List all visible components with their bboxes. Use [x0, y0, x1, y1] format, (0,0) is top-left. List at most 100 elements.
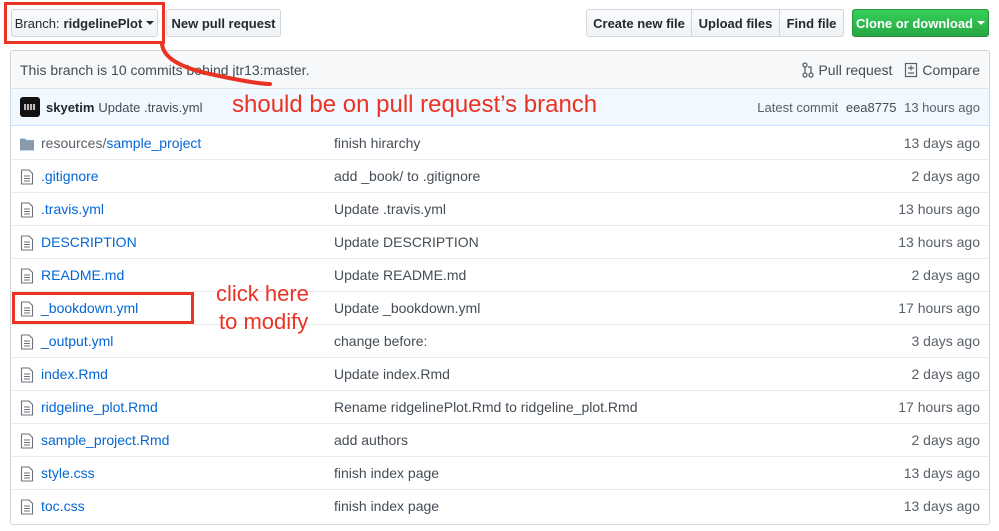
file-list: resources/sample_project finish hirarchy 1…: [11, 127, 989, 523]
commit-age: 17 hours ago: [898, 399, 980, 415]
file-row: index.Rmd Update index.Rmd 2 days ago: [11, 358, 989, 391]
new-pull-request-button[interactable]: New pull request: [166, 9, 281, 37]
commit-message-link[interactable]: finish index page: [334, 490, 439, 523]
commit-message-link[interactable]: Update README.md: [334, 259, 466, 292]
commit-age: 17 hours ago: [898, 300, 980, 316]
file-name-link[interactable]: toc.css: [41, 490, 85, 523]
commit-message-link[interactable]: add _book/ to .gitignore: [334, 160, 480, 193]
file-name-link[interactable]: index.Rmd: [41, 358, 108, 391]
file-row: toc.css finish index page 13 days ago: [11, 490, 989, 523]
file-name-label: sample_project.Rmd: [41, 432, 170, 448]
commit-message-link[interactable]: Update index.Rmd: [334, 358, 450, 391]
commit-message-link[interactable]: finish hirarchy: [334, 127, 420, 160]
clone-or-download-button[interactable]: Clone or download: [852, 9, 989, 37]
commit-age: 3 days ago: [911, 333, 981, 349]
file-row: _bookdown.yml Update _bookdown.yml 17 hour…: [11, 292, 989, 325]
branch-annotation-text: should be on pull request’s branch: [232, 91, 598, 118]
commit-author-link[interactable]: skyetim: [46, 100, 94, 115]
file-name-label: _bookdown.yml: [41, 300, 139, 316]
file-row: style.css finish index page 13 days ago: [11, 457, 989, 490]
branch-selector-button[interactable]: Branch: ridgelinePlot: [11, 9, 158, 37]
modify-annotation-line1: click here: [216, 281, 309, 306]
pull-request-label: Pull request: [818, 62, 893, 78]
file-row: .travis.yml Update .travis.yml 13 hours ag…: [11, 193, 989, 226]
find-file-label: Find file: [786, 15, 837, 31]
branch-behind-text: This branch is 10 commits behind jtr13:m…: [20, 61, 310, 78]
compare-link[interactable]: Compare: [904, 62, 980, 78]
file-icon: [20, 268, 34, 284]
file-path-prefix[interactable]: resources/: [41, 135, 106, 151]
pull-request-icon: [802, 62, 815, 78]
file-icon: [20, 301, 34, 317]
file-name-label: toc.css: [41, 498, 85, 514]
file-icon: [20, 169, 34, 185]
latest-commit-label: Latest commit: [757, 99, 839, 115]
file-name-link[interactable]: ridgeline_plot.Rmd: [41, 391, 158, 424]
file-name-label: DESCRIPTION: [41, 234, 137, 250]
commit-message-link[interactable]: Update _bookdown.yml: [334, 292, 480, 325]
file-icon: [20, 235, 34, 251]
new-pull-request-label: New pull request: [171, 15, 276, 31]
commit-age: 2 days ago: [911, 366, 981, 382]
commit-age: 13 days ago: [903, 465, 980, 481]
file-name-link[interactable]: resources/sample_project: [41, 127, 201, 160]
file-row: _output.yml change before: 3 days ago: [11, 325, 989, 358]
latest-commit-info: Latest commit eea8775 13 hours ago: [757, 100, 980, 115]
folder-icon: [19, 136, 35, 152]
file-row: resources/sample_project finish hirarchy 1…: [11, 127, 989, 160]
file-name-label: index.Rmd: [41, 366, 108, 382]
commit-message-link[interactable]: Update .travis.yml: [98, 100, 202, 115]
commit-sha-link[interactable]: eea8775: [846, 100, 897, 115]
file-name-label: style.css: [41, 465, 95, 481]
commit-age: 13 hours ago: [898, 201, 980, 217]
file-row: README.md Update README.md 2 days ago: [11, 259, 989, 292]
file-row: .gitignore add _book/ to .gitignore 2 days…: [11, 160, 989, 193]
file-icon: [20, 400, 34, 416]
file-icon: [20, 499, 34, 515]
clone-or-download-label: Clone or download: [856, 15, 973, 31]
branch-status-bar: This branch is 10 commits behind jtr13:m…: [11, 51, 989, 89]
file-row: DESCRIPTION Update DESCRIPTION 13 hours ag…: [11, 226, 989, 259]
file-name-link[interactable]: style.css: [41, 457, 95, 490]
file-browser: This branch is 10 commits behind jtr13:m…: [10, 50, 990, 525]
commit-message-link[interactable]: add authors: [334, 424, 408, 457]
commit-age: 13 days ago: [903, 135, 980, 151]
commit-age: 13 hours ago: [904, 99, 980, 115]
commit-age: 2 days ago: [911, 267, 981, 283]
commit-age: 2 days ago: [911, 168, 981, 184]
pull-request-link[interactable]: Pull request: [802, 62, 892, 78]
avatar[interactable]: [20, 97, 40, 117]
chevron-down-icon: [977, 21, 985, 25]
file-name-link[interactable]: DESCRIPTION: [41, 226, 137, 259]
commit-age: 2 days ago: [911, 432, 981, 448]
file-name-link[interactable]: .gitignore: [41, 160, 99, 193]
file-name-link[interactable]: README.md: [41, 259, 124, 292]
file-icon: [20, 334, 34, 350]
commit-message-link[interactable]: Update .travis.yml: [334, 193, 446, 226]
file-name-link[interactable]: _output.yml: [41, 325, 113, 358]
file-name-link[interactable]: sample_project.Rmd: [41, 424, 169, 457]
upload-files-label: Upload files: [698, 15, 773, 31]
modify-annotation-line2: to modify: [219, 309, 309, 334]
compare-icon: [905, 62, 918, 78]
commit-message-link[interactable]: finish index page: [334, 457, 439, 490]
file-name-link[interactable]: _bookdown.yml: [41, 292, 138, 325]
chevron-down-icon: [146, 21, 155, 25]
commit-message-link[interactable]: Update DESCRIPTION: [334, 226, 479, 259]
file-icon: [20, 433, 34, 449]
commit-age: 13 days ago: [903, 498, 980, 514]
upload-files-button[interactable]: Upload files: [692, 9, 780, 37]
file-name-label: sample_project: [106, 135, 202, 151]
file-name-label: _output.yml: [41, 333, 114, 349]
find-file-button[interactable]: Find file: [780, 9, 844, 37]
file-name-label: .gitignore: [41, 168, 99, 184]
branch-prefix-label: Branch:: [14, 15, 60, 31]
file-name-link[interactable]: .travis.yml: [41, 193, 104, 226]
create-new-file-button[interactable]: Create new file: [586, 9, 692, 37]
commit-message-link[interactable]: Rename ridgelinePlot.Rmd to ridgeline_pl…: [334, 391, 638, 424]
compare-label: Compare: [922, 62, 980, 78]
file-name-label: README.md: [41, 267, 125, 283]
file-row: ridgeline_plot.Rmd Rename ridgelinePlot.R…: [11, 391, 989, 424]
commit-age: 13 hours ago: [898, 234, 980, 250]
commit-message-link[interactable]: change before:: [334, 325, 427, 358]
